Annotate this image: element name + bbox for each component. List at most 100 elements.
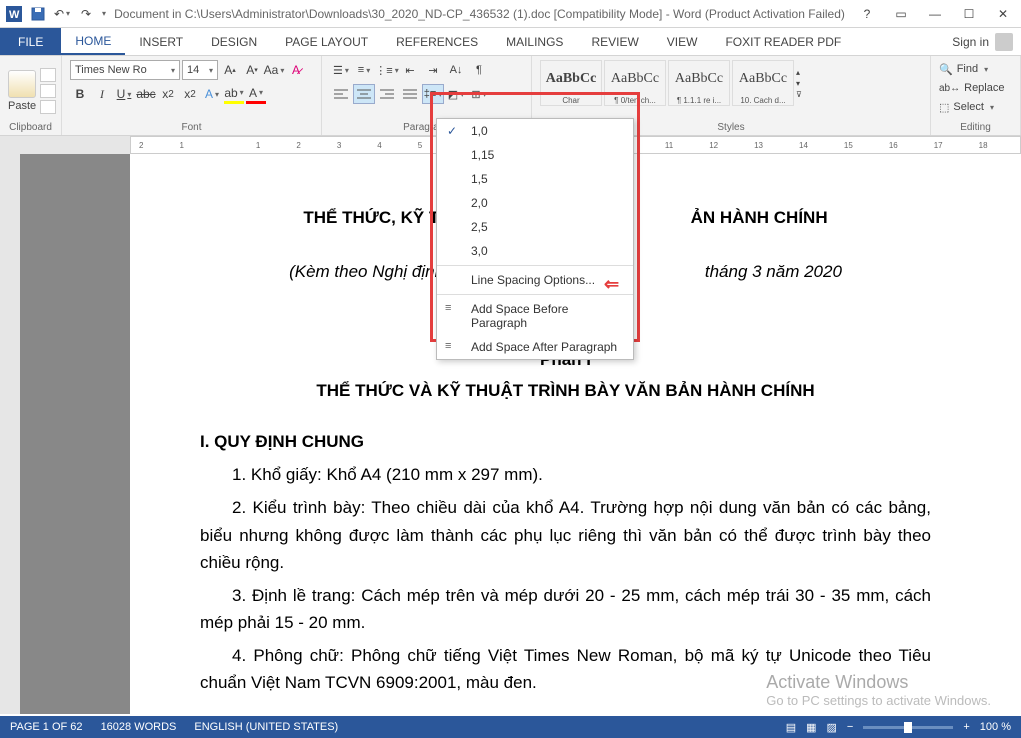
close-icon[interactable]: ✕ [989, 4, 1017, 24]
minimize-icon[interactable]: — [921, 4, 949, 24]
highlight-icon[interactable]: ab▾ [224, 84, 244, 104]
save-icon[interactable] [28, 4, 48, 24]
undo-icon[interactable]: ↶▾ [52, 4, 72, 24]
change-case-icon[interactable]: Aa▾ [264, 60, 284, 80]
increase-indent-icon[interactable]: ⇥ [422, 60, 444, 80]
spacing-3-0[interactable]: 3,0 [437, 239, 633, 263]
title-bar: W ↶▾ ↷ ▾ Document in C:\Users\Administra… [0, 0, 1021, 28]
italic-button[interactable]: I [92, 84, 112, 104]
style-item-char[interactable]: AaBbCcChar [540, 60, 602, 106]
zoom-out-icon[interactable]: − [847, 721, 853, 733]
clipboard-label: Clipboard [8, 122, 53, 133]
tab-file[interactable]: FILE [0, 28, 61, 55]
superscript-button[interactable]: x2 [180, 84, 200, 104]
line-spacing-dropdown: 1,0 1,15 1,5 2,0 2,5 3,0 Line Spacing Op… [436, 118, 634, 360]
sign-in-link[interactable]: Sign in [944, 27, 1021, 57]
justify-icon[interactable] [399, 84, 421, 104]
copy-icon[interactable] [40, 84, 56, 98]
grow-font-icon[interactable]: A▴ [220, 60, 240, 80]
tab-home[interactable]: HOME [61, 28, 125, 55]
ribbon-display-icon[interactable]: ▭ [887, 4, 915, 24]
show-marks-icon[interactable]: ¶ [468, 60, 490, 80]
tab-design[interactable]: DESIGN [197, 28, 271, 55]
font-name-select[interactable]: Times New Ro▾ [70, 60, 180, 80]
underline-button[interactable]: U▾ [114, 84, 134, 104]
status-page[interactable]: PAGE 1 OF 62 [10, 721, 83, 733]
spacing-2-0[interactable]: 2,0 [437, 191, 633, 215]
cut-icon[interactable] [40, 68, 56, 82]
styles-down-icon[interactable]: ▾ [796, 79, 810, 88]
style-item-1[interactable]: AaBbCc¶ 0/ten ch... [604, 60, 666, 106]
format-painter-icon[interactable] [40, 100, 56, 114]
decrease-indent-icon[interactable]: ⇤ [399, 60, 421, 80]
maximize-icon[interactable]: ☐ [955, 4, 983, 24]
space-after-icon: ≡ [445, 340, 451, 352]
font-size-select[interactable]: 14▾ [182, 60, 218, 80]
style-item-3[interactable]: AaBbCc10. Cach d... [732, 60, 794, 106]
window-controls: ? ▭ — ☐ ✕ [853, 4, 1017, 24]
zoom-slider[interactable] [863, 726, 953, 729]
doc-para-3: 3. Định lề trang: Cách mép trên và mép d… [200, 582, 931, 636]
space-before-icon: ≡ [445, 302, 451, 314]
word-app-icon: W [4, 4, 24, 24]
font-color-icon[interactable]: A▾ [246, 84, 266, 104]
styles-up-icon[interactable]: ▴ [796, 68, 810, 77]
clear-format-icon[interactable]: A̷ [286, 60, 306, 80]
style-gallery[interactable]: AaBbCcChar AaBbCc¶ 0/ten ch... AaBbCc¶ 1… [540, 60, 922, 106]
annotation-red-arrow-icon: ⇐ [604, 274, 619, 295]
paste-button[interactable]: Paste [8, 70, 36, 112]
align-right-icon[interactable] [376, 84, 398, 104]
status-bar: PAGE 1 OF 62 16028 WORDS ENGLISH (UNITED… [0, 716, 1021, 738]
status-words[interactable]: 16028 WORDS [101, 721, 177, 733]
find-button[interactable]: 🔍Find▾ [939, 60, 1012, 78]
font-group: Times New Ro▾ 14▾ A▴ A▾ Aa▾ A̷ B I U▾ ab… [62, 56, 322, 135]
clipboard-group: Paste Clipboard [0, 56, 62, 135]
borders-icon[interactable]: ⊞▾ [468, 84, 490, 104]
spacing-1-5[interactable]: 1,5 [437, 167, 633, 191]
select-button[interactable]: ⬚Select▾ [939, 98, 1012, 116]
multilevel-icon[interactable]: ⋮≡▾ [376, 60, 398, 80]
tab-insert[interactable]: INSERT [125, 28, 197, 55]
zoom-in-icon[interactable]: + [963, 721, 969, 733]
tab-view[interactable]: VIEW [653, 28, 712, 55]
spacing-1-15[interactable]: 1,15 [437, 143, 633, 167]
vertical-ruler[interactable] [0, 154, 20, 714]
tab-review[interactable]: REVIEW [577, 28, 652, 55]
help-icon[interactable]: ? [853, 4, 881, 24]
doc-section-title: THỂ THỨC VÀ KỸ THUẬT TRÌNH BÀY VĂN BẢN H… [200, 377, 931, 404]
spacing-1-0[interactable]: 1,0 [437, 119, 633, 143]
tab-references[interactable]: REFERENCES [382, 28, 492, 55]
doc-para-1: 1. Khổ giấy: Khổ A4 (210 mm x 297 mm). [200, 461, 931, 488]
spacing-2-5[interactable]: 2,5 [437, 215, 633, 239]
style-item-2[interactable]: AaBbCc¶ 1.1.1 re i... [668, 60, 730, 106]
add-space-before[interactable]: ≡Add Space Before Paragraph [437, 297, 633, 335]
zoom-level[interactable]: 100 % [980, 721, 1011, 733]
subscript-button[interactable]: x2 [158, 84, 178, 104]
avatar-icon [995, 33, 1013, 51]
shrink-font-icon[interactable]: A▾ [242, 60, 262, 80]
bold-button[interactable]: B [70, 84, 90, 104]
paste-icon [8, 70, 36, 98]
status-language[interactable]: ENGLISH (UNITED STATES) [194, 721, 338, 733]
sort-icon[interactable]: A↓ [445, 60, 467, 80]
view-read-mode-icon[interactable]: ▤ [786, 721, 796, 734]
strikethrough-button[interactable]: abc [136, 84, 156, 104]
view-web-layout-icon[interactable]: ▨ [827, 721, 837, 734]
editing-group: 🔍Find▾ ab↔Replace ⬚Select▾ Editing [931, 56, 1021, 135]
styles-more-icon[interactable]: ⊽ [796, 90, 810, 99]
numbering-icon[interactable]: ≡▾ [353, 60, 375, 80]
add-space-after[interactable]: ≡Add Space After Paragraph [437, 335, 633, 359]
tab-mailings[interactable]: MAILINGS [492, 28, 577, 55]
bullets-icon[interactable]: ☰▾ [330, 60, 352, 80]
line-spacing-icon[interactable]: ‡≡▾ [422, 84, 444, 104]
text-effects-icon[interactable]: A▾ [202, 84, 222, 104]
redo-icon[interactable]: ↷ [76, 4, 96, 24]
shading-icon[interactable]: ◩▾ [445, 84, 467, 104]
align-left-icon[interactable] [330, 84, 352, 104]
tab-foxit[interactable]: FOXIT READER PDF [711, 28, 855, 55]
tab-page-layout[interactable]: PAGE LAYOUT [271, 28, 382, 55]
align-center-icon[interactable] [353, 84, 375, 104]
view-print-layout-icon[interactable]: ▦ [806, 721, 816, 734]
replace-button[interactable]: ab↔Replace [939, 79, 1012, 97]
font-label: Font [70, 122, 313, 133]
